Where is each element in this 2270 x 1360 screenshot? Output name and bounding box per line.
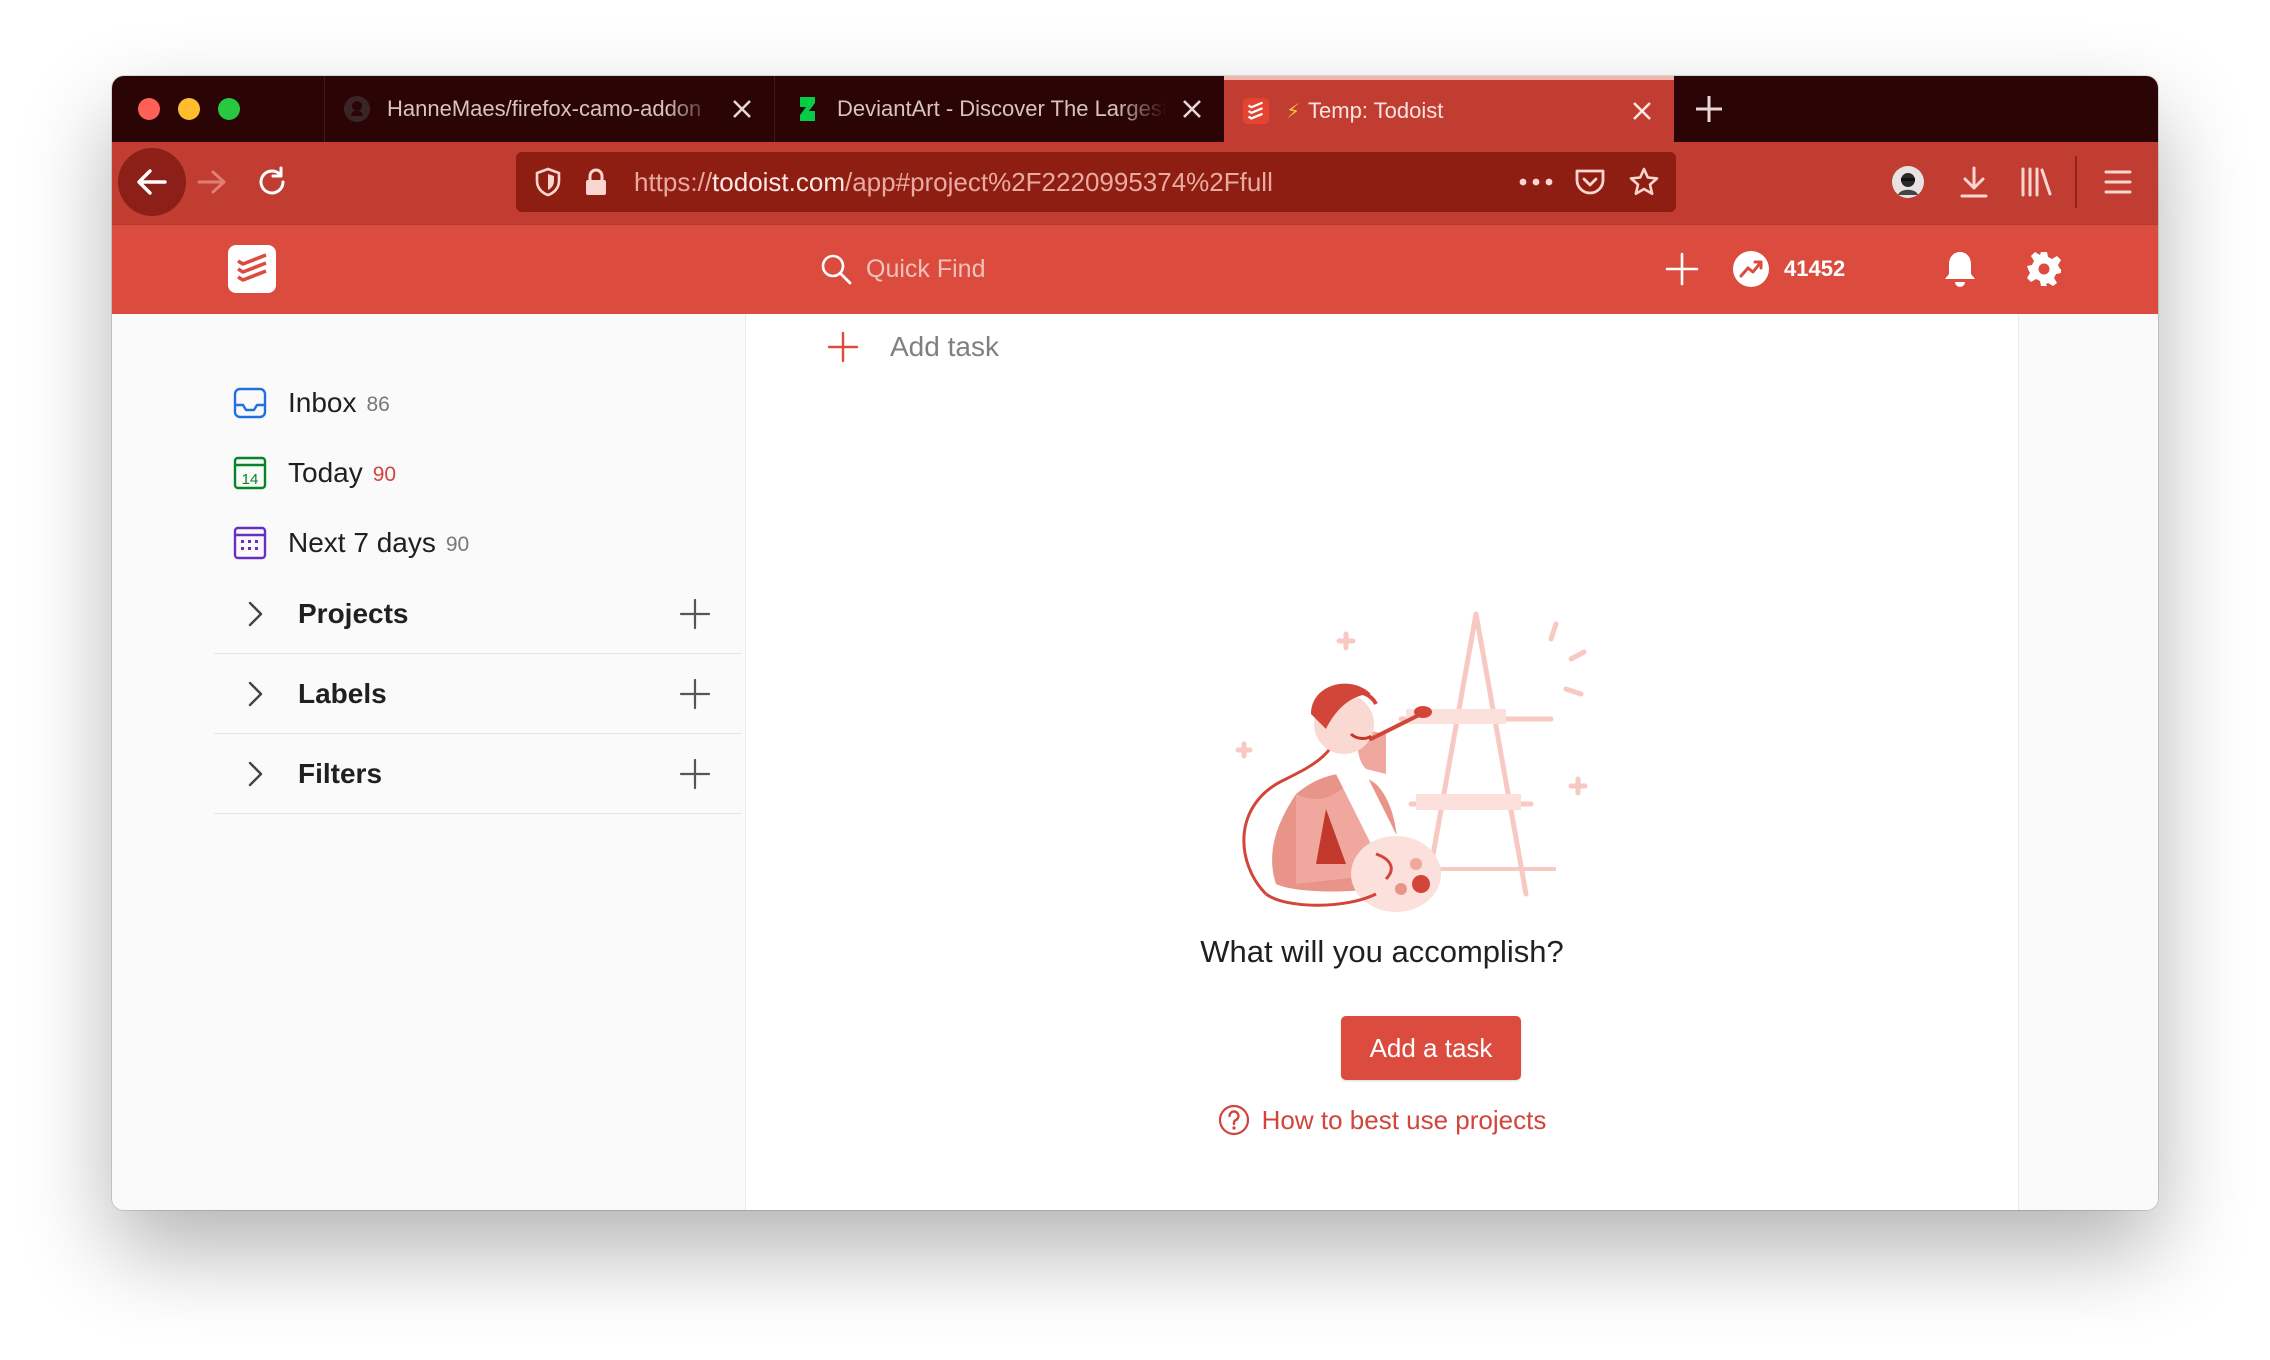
today-count: 90: [372, 463, 397, 486]
add-label-icon[interactable]: [678, 677, 712, 711]
account-avatar[interactable]: [1888, 162, 1928, 202]
main-panel: Add task What will you accomplish? Add a…: [745, 314, 2019, 1210]
tab-title: DeviantArt - Discover The Largest: [837, 96, 1166, 121]
sidebar-section-filters[interactable]: Filters: [214, 734, 742, 814]
add-filter-icon[interactable]: [678, 757, 712, 791]
sidebar-item-today[interactable]: 14 Today 90: [232, 448, 396, 498]
next-7-days-count: 90: [445, 533, 470, 556]
help-link-label: How to best use projects: [1261, 1104, 1547, 1135]
plus-icon: [827, 331, 859, 363]
painter-illustration: [1235, 611, 1588, 912]
sidebar-item-label: Inbox: [288, 387, 357, 418]
bell-icon[interactable]: [1938, 245, 1982, 293]
inbox-icon: [233, 387, 267, 419]
todoist-logo[interactable]: [228, 245, 276, 293]
reload-icon: [259, 166, 285, 195]
url-host: todoist.com: [712, 167, 845, 197]
back-icon: [137, 169, 167, 195]
close-window-button[interactable]: [138, 98, 160, 120]
lock-icon[interactable]: [578, 164, 614, 200]
star-icon[interactable]: [1626, 164, 1662, 200]
navigation-toolbar: https://todoist.com/app#project%2F222099…: [112, 142, 2158, 224]
help-link[interactable]: How to best use projects: [746, 1104, 2018, 1136]
deviantart-icon: [793, 95, 821, 123]
chevron-right-icon: [248, 681, 263, 706]
add-a-task-button[interactable]: Add a task: [1341, 1016, 1521, 1080]
chevron-right-icon: [248, 761, 263, 786]
empty-state-title: What will you accomplish?: [1200, 934, 1564, 969]
quick-find-placeholder: Quick Find: [866, 254, 986, 283]
download-icon[interactable]: [1952, 160, 1996, 204]
tab-todoist[interactable]: ⚡ Temp: Todoist: [1224, 76, 1674, 142]
sidebar-item-inbox[interactable]: Inbox 86: [232, 378, 390, 428]
sidebar-item-next-7-days[interactable]: Next 7 days 90: [232, 518, 469, 568]
close-tab-icon[interactable]: [1174, 91, 1210, 127]
sidebar-section-labels[interactable]: Labels: [214, 654, 742, 734]
close-tab-icon[interactable]: [724, 91, 760, 127]
browser-window: HanneMaes/firefox-camo-addon DeviantArt …: [112, 76, 2158, 1210]
tab-strip: HanneMaes/firefox-camo-addon DeviantArt …: [112, 76, 2158, 142]
url-path: /app#project%2F2220995374%2Ffull: [845, 167, 1273, 197]
pocket-icon[interactable]: [1572, 164, 1608, 200]
library-icon[interactable]: [2014, 160, 2058, 204]
toolbar-separator: [2075, 156, 2077, 208]
karma-icon: [1733, 251, 1769, 287]
more-icon[interactable]: [1516, 166, 1556, 198]
inbox-count: 86: [366, 393, 390, 416]
quick-find-search[interactable]: Quick Find: [818, 247, 985, 291]
shield-icon[interactable]: [530, 164, 566, 200]
zoom-window-button[interactable]: [218, 98, 240, 120]
sidebar-section-projects[interactable]: Projects: [214, 574, 742, 654]
minimize-window-button[interactable]: [178, 98, 200, 120]
new-tab-button[interactable]: [1688, 88, 1730, 130]
back-button[interactable]: [118, 148, 186, 216]
tab-title: HanneMaes/firefox-camo-addon: [387, 96, 702, 121]
section-label: Projects: [298, 597, 409, 629]
lightning-icon: ⚡: [1286, 100, 1301, 123]
forward-icon: [197, 170, 226, 194]
add-project-icon[interactable]: [678, 597, 712, 631]
add-task-label: Add task: [890, 331, 999, 362]
add-task-inline[interactable]: Add task: [826, 322, 999, 372]
forward-button[interactable]: [192, 162, 232, 202]
calendar-week-icon: [233, 526, 267, 560]
karma-count: 41452: [1784, 256, 1846, 281]
sidebar-item-label: Next 7 days: [288, 527, 436, 558]
gear-icon[interactable]: [2022, 245, 2066, 293]
menu-icon[interactable]: [2096, 160, 2140, 204]
app-content: Inbox 86 14 Today 90 Next 7 days 90 Proj…: [112, 314, 2158, 1210]
sidebar-item-label: Today: [288, 457, 363, 488]
github-icon: [343, 95, 371, 123]
karma-button[interactable]: 41452: [1732, 245, 1845, 293]
close-tab-icon[interactable]: [1624, 93, 1660, 129]
calendar-today-icon: 14: [233, 456, 267, 490]
url-bar[interactable]: https://todoist.com/app#project%2F222099…: [516, 152, 1676, 212]
tab-github[interactable]: HanneMaes/firefox-camo-addon: [324, 76, 774, 142]
tab-deviantart[interactable]: DeviantArt - Discover The Largest: [774, 76, 1224, 142]
right-gutter: [2019, 314, 2158, 1210]
section-label: Filters: [298, 757, 383, 789]
reload-button[interactable]: [250, 160, 294, 204]
search-icon: [821, 254, 852, 285]
url-scheme: https://: [634, 167, 713, 197]
tab-title: Temp: Todoist: [1308, 98, 1444, 123]
chevron-right-icon: [248, 601, 263, 626]
app-header: Quick Find 41452: [112, 224, 2158, 314]
todoist-icon: [1242, 97, 1270, 125]
url-text[interactable]: https://todoist.com/app#project%2F222099…: [634, 152, 1273, 212]
svg-text:14: 14: [242, 471, 259, 488]
section-label: Labels: [298, 677, 387, 709]
question-circle-icon: [1218, 1104, 1249, 1136]
add-icon[interactable]: [1658, 245, 1706, 293]
left-sidebar: Inbox 86 14 Today 90 Next 7 days 90 Proj…: [112, 314, 745, 1210]
